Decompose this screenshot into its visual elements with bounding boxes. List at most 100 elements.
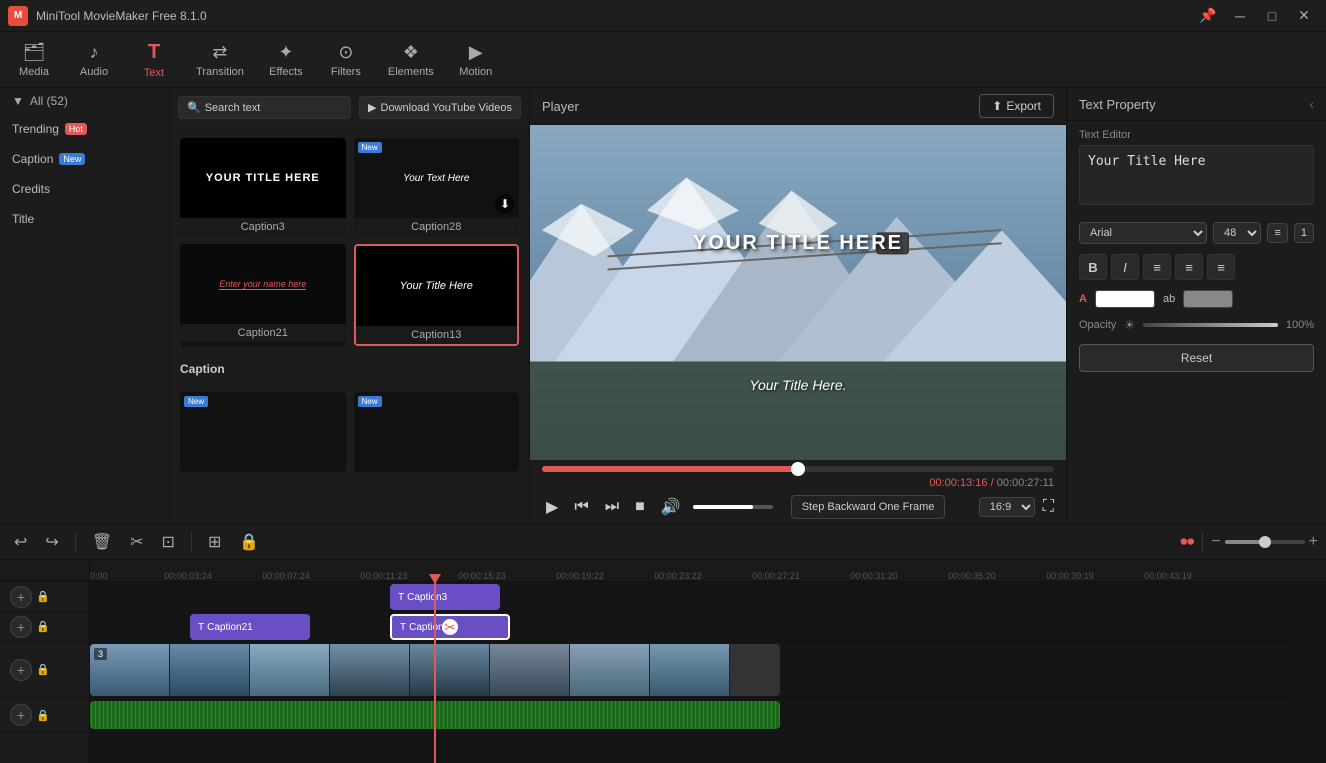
format-buttons: B I ≡ ≡ ≡ bbox=[1067, 250, 1326, 284]
timeline-audio-track bbox=[90, 698, 1290, 733]
video-frame-5 bbox=[410, 644, 490, 696]
youtube-download-button[interactable]: ▶ Download YouTube Videos bbox=[359, 96, 521, 119]
opacity-slider[interactable] bbox=[1143, 323, 1278, 327]
video-subtitle-overlay: Your Title Here. bbox=[749, 377, 846, 393]
player-canvas: YOUR TITLE HERE Your Title Here. bbox=[530, 125, 1066, 460]
caption-section-header: Caption bbox=[170, 356, 529, 382]
timeline-tracks: T Caption3 T Caption21 T Caption13 ✂ bbox=[90, 582, 1290, 763]
format-row-font: Arial Helvetica Times New Roman 48 24 36… bbox=[1067, 216, 1326, 250]
zoom-plus-button[interactable]: + bbox=[1309, 533, 1318, 551]
clip-label-21: Caption21 bbox=[207, 622, 253, 633]
caption3-clip[interactable]: T Caption3 bbox=[390, 584, 500, 610]
add-track-button-2[interactable]: + bbox=[10, 616, 32, 638]
opacity-label: Opacity bbox=[1079, 319, 1116, 331]
clip-label: Caption3 bbox=[407, 592, 447, 603]
font-color-swatch[interactable] bbox=[1095, 290, 1155, 308]
minimize-button[interactable]: ─ bbox=[1226, 5, 1254, 27]
add-track-button-audio[interactable]: + bbox=[10, 704, 32, 726]
ruler-mark-11: 00:00:43:19 bbox=[1144, 571, 1192, 581]
caption-template-a[interactable]: New bbox=[180, 392, 346, 472]
tooltip-text: Step Backward One Frame bbox=[802, 501, 935, 513]
elements-tool-button[interactable]: ❖ Elements bbox=[376, 35, 446, 85]
lock-track-button[interactable]: 🔒 bbox=[233, 529, 265, 555]
caption21-clip[interactable]: T Caption21 bbox=[190, 614, 310, 640]
app-title: MiniTool MovieMaker Free 8.1.0 bbox=[36, 9, 1194, 23]
caption-template-b[interactable]: New bbox=[354, 392, 520, 472]
crop-button[interactable]: ⊡ bbox=[156, 529, 181, 555]
text-highlight-swatch[interactable] bbox=[1183, 290, 1233, 308]
align-right-button[interactable]: ≡ bbox=[1207, 254, 1235, 280]
sidebar-item-credits[interactable]: Credits bbox=[0, 174, 169, 204]
download-icon[interactable]: ⬇ bbox=[495, 194, 515, 214]
zoom-track[interactable] bbox=[1225, 540, 1305, 544]
list-style-button[interactable]: ≡ bbox=[1267, 223, 1287, 243]
filters-icon: ⊙ bbox=[338, 42, 353, 63]
ruler-mark-7: 00:00:27:21 bbox=[752, 571, 800, 581]
video-background-svg bbox=[530, 125, 1066, 460]
progress-bar[interactable] bbox=[542, 466, 1054, 472]
text-editor-input[interactable]: Your Title Here bbox=[1079, 145, 1314, 205]
playhead bbox=[434, 582, 436, 763]
caption-badge: New bbox=[59, 153, 85, 165]
zoom-minus-button[interactable]: − bbox=[1211, 533, 1220, 551]
prev-frame-button[interactable]: ⏮ bbox=[570, 496, 592, 518]
maximize-button[interactable]: □ bbox=[1258, 5, 1286, 27]
close-button[interactable]: ✕ bbox=[1290, 5, 1318, 27]
timeline-ruler: 00:00:00 00:00:03:24 00:00:07:24 00:00:1… bbox=[90, 560, 1326, 582]
player-progress bbox=[530, 460, 1066, 475]
template-card-caption21[interactable]: Enter your name here Caption21 bbox=[180, 244, 346, 346]
search-box[interactable]: 🔍 Search text bbox=[178, 96, 351, 119]
scissors-button[interactable]: ✂ bbox=[124, 529, 149, 555]
media-tool-button[interactable]: 🗂 Media bbox=[4, 35, 64, 85]
search-placeholder: Search text bbox=[205, 102, 261, 114]
volume-button[interactable]: 🔊 bbox=[657, 495, 685, 519]
split-scissors-icon: ✂ bbox=[442, 619, 458, 635]
add-track-left-button[interactable]: ⊞ bbox=[202, 529, 227, 555]
play-button[interactable]: ▶ bbox=[542, 495, 562, 519]
delete-button[interactable]: 🗑 bbox=[86, 529, 118, 555]
timeline-content: + 🔒 + 🔒 + 🔒 + 🔒 00:00:00 bbox=[0, 560, 1326, 763]
caption13-clip[interactable]: T Caption13 ✂ bbox=[390, 614, 510, 640]
text-editor-section: Text Editor Your Title Here bbox=[1067, 121, 1326, 216]
bold-button[interactable]: B bbox=[1079, 254, 1107, 280]
text-tool-button[interactable]: T Text bbox=[124, 35, 184, 85]
sidebar-item-trending[interactable]: Trending Hot bbox=[0, 114, 169, 144]
media-label: Media bbox=[19, 66, 49, 78]
transition-tool-button[interactable]: ⇄ Transition bbox=[184, 35, 256, 85]
sidebar-item-caption[interactable]: Caption New bbox=[0, 144, 169, 174]
redo-button[interactable]: ↪ bbox=[39, 529, 64, 555]
reset-button[interactable]: Reset bbox=[1079, 344, 1314, 372]
all-section[interactable]: ▼ All (52) bbox=[0, 88, 169, 114]
font-select[interactable]: Arial Helvetica Times New Roman bbox=[1079, 222, 1207, 244]
font-size-select[interactable]: 48 24 36 60 72 bbox=[1213, 222, 1261, 244]
pin-button[interactable]: 📌 bbox=[1194, 5, 1222, 27]
effects-tool-button[interactable]: ✦ Effects bbox=[256, 35, 316, 85]
volume-fill bbox=[693, 505, 753, 509]
panel-collapse-button[interactable]: ‹ bbox=[1309, 96, 1314, 112]
audio-tool-button[interactable]: ♪ Audio bbox=[64, 35, 124, 85]
italic-button[interactable]: I bbox=[1111, 254, 1139, 280]
aspect-ratio-select[interactable]: 16:9 4:3 1:1 9:16 bbox=[979, 497, 1035, 517]
next-frame-button[interactable]: ⏭ bbox=[601, 496, 623, 518]
export-button[interactable]: ⬆ Export bbox=[979, 94, 1054, 118]
new-tag-b: New bbox=[358, 396, 382, 407]
filters-tool-button[interactable]: ⊙ Filters bbox=[316, 35, 376, 85]
volume-slider[interactable] bbox=[693, 505, 773, 509]
timeline-scroll-area[interactable]: 00:00:00 00:00:03:24 00:00:07:24 00:00:1… bbox=[90, 560, 1326, 763]
align-center-button[interactable]: ≡ bbox=[1175, 254, 1203, 280]
sidebar-item-title[interactable]: Title bbox=[0, 204, 169, 234]
undo-button[interactable]: ↩ bbox=[8, 529, 33, 555]
align-left-button[interactable]: ≡ bbox=[1143, 254, 1171, 280]
opacity-value: 100% bbox=[1286, 319, 1314, 331]
media-icon: 🗂 bbox=[23, 42, 46, 63]
fullscreen-button[interactable]: ⛶ bbox=[1043, 498, 1054, 516]
template-card-caption28[interactable]: New Your Text Here ⬇ Caption28 bbox=[354, 138, 520, 236]
add-track-button-video[interactable]: + bbox=[10, 659, 32, 681]
motion-tool-button[interactable]: ▶ Motion bbox=[446, 35, 506, 85]
stop-button[interactable]: ■ bbox=[631, 496, 649, 518]
add-track-button-1[interactable]: + bbox=[10, 586, 32, 608]
template-card-caption13[interactable]: Your Title Here Caption13 bbox=[354, 244, 520, 346]
template-card-caption3[interactable]: YOUR TITLE HERE Caption3 bbox=[180, 138, 346, 236]
list-number-button[interactable]: 1 bbox=[1294, 223, 1314, 243]
caption13-label: Caption13 bbox=[356, 326, 518, 344]
